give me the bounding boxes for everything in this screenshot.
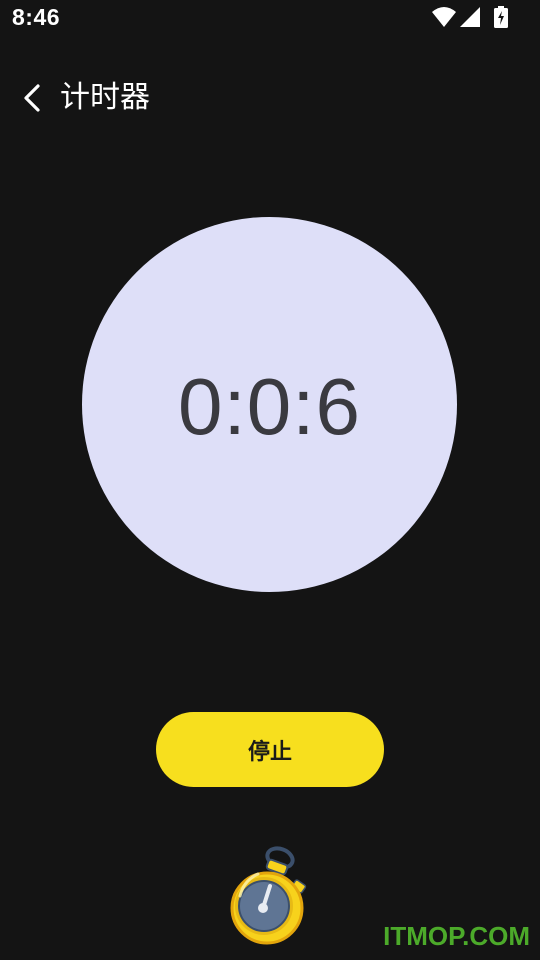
chevron-left-icon <box>24 84 40 112</box>
timer-circle: 0:0:6 <box>82 217 457 592</box>
signal-icon <box>460 7 480 27</box>
stop-button[interactable]: 停止 <box>156 712 384 787</box>
wifi-icon <box>432 7 456 27</box>
stopwatch-icon <box>226 846 312 950</box>
back-button[interactable] <box>14 76 52 120</box>
battery-charging-icon <box>494 6 508 28</box>
page-title: 计时器 <box>60 80 150 115</box>
timer-value: 0:0:6 <box>178 361 361 451</box>
status-bar: 8:46 <box>0 0 540 40</box>
top-bar: 计时器 <box>0 68 540 128</box>
watermark: ITMOP.COM <box>383 921 530 951</box>
status-time: 8:46 <box>12 4 61 30</box>
